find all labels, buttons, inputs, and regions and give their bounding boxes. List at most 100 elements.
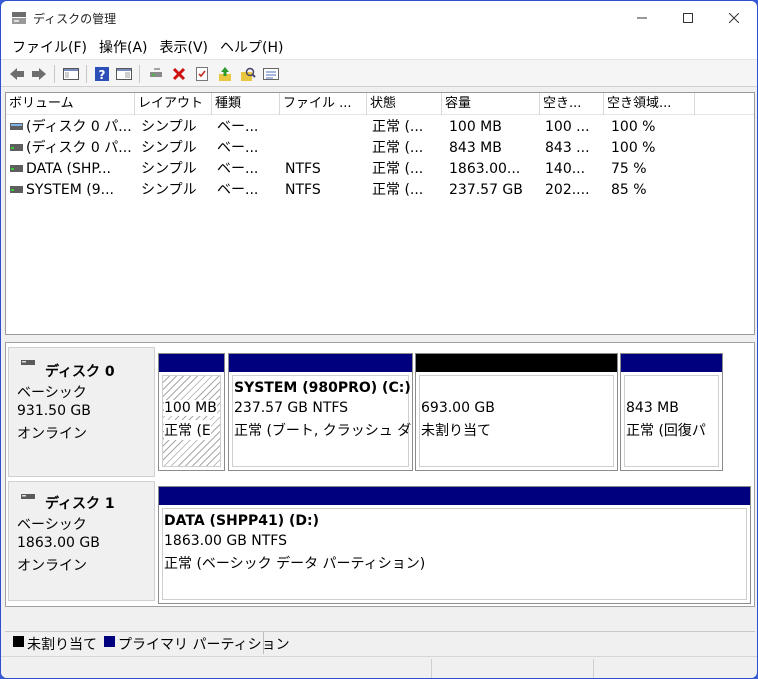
properties-button[interactable]: [193, 65, 211, 83]
partition-size: 100 MB: [164, 400, 217, 416]
volume-capacity: 100 MB: [449, 119, 502, 135]
volume-row[interactable]: DATA (SHP... シンプル ベー... NTFS 正常 (... 186…: [6, 159, 754, 180]
close-button[interactable]: [711, 1, 757, 35]
volume-free-percent: 75 %: [611, 161, 647, 177]
disk-1-kind: ベーシック: [17, 517, 87, 533]
help-button[interactable]: ?: [93, 65, 111, 83]
volume-capacity: 1863.00...: [449, 161, 521, 177]
partition-unallocated[interactable]: 693.00 GB 未割り当て: [415, 353, 618, 471]
partition-data[interactable]: DATA (SHPP41) (D:) 1863.00 GB NTFS 正常 (ベ…: [158, 486, 751, 604]
back-button[interactable]: [8, 65, 26, 83]
disk-1-size: 1863.00 GB: [17, 535, 100, 551]
connect-button[interactable]: [147, 65, 165, 83]
export-button[interactable]: [216, 65, 234, 83]
column-header-free-space[interactable]: 空き...: [540, 93, 604, 115]
maximize-button[interactable]: [665, 1, 711, 35]
disk-0-info[interactable]: ディスク 0 ベーシック 931.50 GB オンライン: [8, 347, 155, 477]
volume-status: 正常 (...: [372, 161, 424, 177]
partition-system[interactable]: SYSTEM (980PRO) (C:) 237.57 GB NTFS 正常 (…: [228, 353, 413, 471]
volume-drive-icon: [10, 144, 23, 151]
partition-status: 正常 (ベーシック データ パーティション): [164, 556, 426, 572]
partition-status: 未割り当て: [421, 423, 491, 439]
disk-0-size: 931.50 GB: [17, 403, 91, 419]
volume-layout: シンプル: [141, 182, 197, 198]
partition-efi[interactable]: 100 MB 正常 (E: [158, 353, 225, 471]
forward-arrow-icon: [32, 68, 46, 80]
volume-capacity: 237.57 GB: [449, 182, 523, 198]
delete-button[interactable]: [170, 65, 188, 83]
volume-status: 正常 (...: [372, 182, 424, 198]
forward-button[interactable]: [30, 65, 48, 83]
volume-free-percent: 100 %: [611, 140, 656, 156]
volume-status: 正常 (...: [372, 140, 424, 156]
volume-row[interactable]: (ディスク 0 パ... シンプル ベー... 正常 (... 843 MB 8…: [6, 138, 754, 159]
volume-filesystem: [285, 138, 365, 159]
partition-size: 693.00 GB: [421, 400, 495, 416]
volume-filesystem: NTFS: [285, 161, 321, 177]
toolbar: ?: [1, 59, 757, 87]
volume-layout: シンプル: [141, 140, 197, 156]
partition-size: 1863.00 GB NTFS: [164, 533, 287, 549]
console-tree-button[interactable]: [62, 65, 80, 83]
disk-1-info[interactable]: ディスク 1 ベーシック 1863.00 GB オンライン: [8, 481, 155, 601]
show-hide-pane-icon: [116, 68, 132, 80]
back-arrow-icon: [10, 68, 24, 80]
volume-filesystem: NTFS: [285, 182, 321, 198]
svg-text:?: ?: [99, 68, 106, 82]
search-button[interactable]: [239, 65, 257, 83]
volume-layout: シンプル: [141, 161, 197, 177]
disk-1-state: オンライン: [17, 558, 87, 574]
menu-file[interactable]: ファイル(F): [7, 37, 92, 57]
volume-name: DATA (SHP...: [26, 161, 112, 177]
disk-icon: [21, 360, 35, 365]
disk-0-state: オンライン: [17, 426, 87, 442]
volume-name: SYSTEM (9...: [26, 182, 114, 198]
volume-type: ベー...: [217, 140, 259, 156]
column-header-type[interactable]: 種類: [212, 93, 280, 115]
partition-label: SYSTEM (980PRO) (C:): [234, 380, 411, 396]
disk-0-name: ディスク 0: [45, 364, 115, 380]
volume-list[interactable]: ボリューム レイアウト 種類 ファイル ... 状態 容量 空き... 空き領域…: [5, 92, 755, 335]
menu-view[interactable]: 表示(V): [155, 37, 214, 57]
title-bar: ディスクの管理: [1, 1, 757, 35]
column-header-free-percent[interactable]: 空き領域...: [604, 93, 695, 115]
volume-free-space: 100 ...: [545, 119, 590, 135]
partition-recovery[interactable]: 843 MB 正常 (回復パ: [620, 353, 723, 471]
column-header-volume[interactable]: ボリューム: [6, 93, 135, 115]
volume-layout: シンプル: [141, 119, 197, 135]
column-header-capacity[interactable]: 容量: [442, 93, 540, 115]
menu-action[interactable]: 操作(A): [94, 37, 153, 57]
partition-size: 843 MB: [626, 400, 679, 416]
column-header-filesystem[interactable]: ファイル ...: [280, 93, 367, 115]
legend-bar: 未割り当て プライマリ パーティション: [5, 631, 755, 655]
legend-label-unallocated: 未割り当て: [27, 637, 97, 653]
maximize-icon: [683, 13, 693, 23]
export-icon: [219, 67, 231, 81]
partition-size: 237.57 GB NTFS: [234, 400, 349, 416]
settings-list-button[interactable]: [262, 65, 280, 83]
partition-bar-primary: [159, 354, 224, 372]
legend-swatch-unallocated: [13, 636, 24, 647]
volume-list-header: ボリューム レイアウト 種類 ファイル ... 状態 容量 空き... 空き領域…: [6, 93, 754, 115]
partition-status: 正常 (ブート, クラッシュ ダンプ: [234, 423, 412, 439]
disk-management-app-icon: [12, 12, 26, 24]
volume-row[interactable]: SYSTEM (9... シンプル ベー... NTFS 正常 (... 237…: [6, 180, 754, 201]
menu-help[interactable]: ヘルプ(H): [215, 37, 288, 57]
legend-label-primary: プライマリ パーティション: [118, 637, 290, 653]
show-hide-pane-button[interactable]: [115, 65, 133, 83]
volume-type: ベー...: [217, 161, 259, 177]
column-header-status[interactable]: 状態: [367, 93, 442, 115]
volume-status: 正常 (...: [372, 119, 424, 135]
partition-bar-primary: [159, 487, 750, 505]
volume-free-space: 202....: [545, 182, 590, 198]
volume-drive-icon: [10, 186, 23, 193]
volume-row[interactable]: (ディスク 0 パ... シンプル ベー... 正常 (... 100 MB 1…: [6, 117, 754, 138]
help-icon: ?: [95, 67, 109, 82]
disk-management-window: ディスクの管理 ファイル(F) 操作(A) 表示(V) ヘルプ(H) ? ボリュ…: [0, 0, 758, 679]
delete-icon: [172, 67, 186, 81]
minimize-button[interactable]: [619, 1, 665, 35]
partition-status: 正常 (E: [164, 420, 211, 440]
column-header-layout[interactable]: レイアウト: [135, 93, 212, 115]
disk-0-kind: ベーシック: [17, 385, 87, 401]
partition-bar-unallocated: [416, 354, 617, 372]
